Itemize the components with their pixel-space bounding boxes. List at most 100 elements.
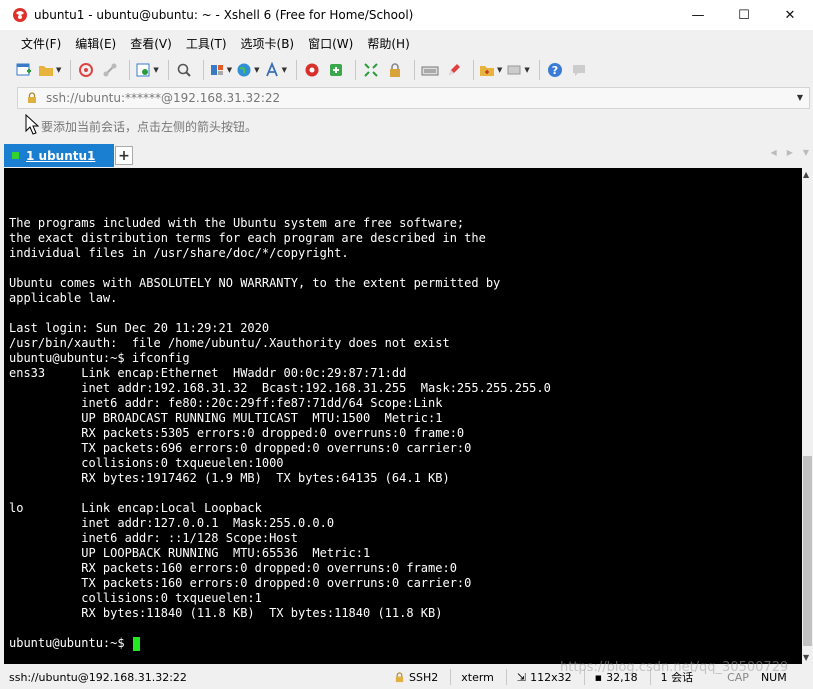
terminal-line: Ubuntu comes with ABSOLUTELY NO WARRANTY… [9,276,501,290]
chat-icon [572,65,585,76]
scrollbar-thumb[interactable] [803,456,812,646]
tab-list-icon[interactable]: ▼ [803,148,809,157]
globe-icon [237,63,251,77]
new-session-button[interactable] [14,59,34,81]
tab-navigation: ◀ ▶ ▼ [761,148,809,157]
add-tab-button[interactable]: + [115,146,133,165]
xshell-button[interactable] [302,59,322,81]
chevron-down-icon: ▼ [281,66,287,74]
help-button[interactable]: ? [545,59,565,81]
new-folder-button[interactable]: ▼ [479,59,502,81]
chevron-down-icon: ▼ [496,66,503,74]
terminal-cursor [132,636,140,651]
status-terminal-type: xterm [461,671,494,684]
terminal-line: UP BROADCAST RUNNING MULTICAST MTU:1500 … [9,411,443,425]
terminal-line: collisions:0 txqueuelen:1000 [9,456,284,470]
chevron-down-icon: ▼ [153,66,159,74]
terminal-output: The programs included with the Ubuntu sy… [9,216,551,621]
font-button[interactable]: ▼ [264,59,287,81]
menu-view[interactable]: 查看(V) [123,35,179,52]
terminal-line: TX packets:696 errors:0 dropped:0 overru… [9,441,472,455]
layout-button[interactable]: ▼ [209,59,232,81]
folder-icon [39,66,53,76]
hint-text: 要添加当前会话，点击左侧的箭头按钮。 [41,119,258,134]
terminal-line: inet addr:127.0.0.1 Mask:255.0.0.0 [9,516,335,530]
fullscreen-icon [364,63,378,77]
terminal-prompt-line: ubuntu@ubuntu:~$ [9,636,140,651]
toolbar-separator [202,60,204,80]
keyboard-button[interactable] [420,59,440,81]
watermark: https://blog.csdn.net/qq_30500729 [560,660,789,675]
terminal-line: RX packets:5305 errors:0 dropped:0 overr… [9,426,465,440]
menu-tab[interactable]: 选项卡(B) [234,35,302,52]
disconnect-icon [103,63,117,77]
reconnect-button[interactable] [76,59,96,81]
globe-button[interactable]: ▼ [236,59,260,81]
lock-icon [28,92,36,103]
transfer-button[interactable]: ▼ [506,59,530,81]
terminal-line: inet6 addr: ::1/128 Scope:Host [9,531,298,545]
terminal-line: /usr/bin/xauth: file /home/ubuntu/.Xauth… [9,336,450,350]
maximize-button[interactable]: ☐ [721,0,767,30]
svg-text:?: ? [552,64,558,77]
chevron-down-icon[interactable]: ▼ [797,93,803,102]
status-protocol: SSH2 [394,671,438,684]
title-bar: ubuntu1 - ubuntu@ubuntu: ~ - Xshell 6 (F… [0,0,813,30]
reconnect-icon [79,63,94,77]
tab-next-icon[interactable]: ▶ [787,148,793,157]
menu-edit[interactable]: 编辑(E) [68,35,123,52]
lock-icon [395,671,404,682]
disconnect-button[interactable] [100,59,120,81]
open-folder-button[interactable]: ▼ [38,59,61,81]
toolbar-separator [354,60,356,80]
menu-file[interactable]: 文件(F) [14,35,68,52]
tab-ubuntu1[interactable]: 1 ubuntu1 [4,144,114,167]
xftp-button[interactable] [326,59,346,81]
chevron-down-icon: ▼ [254,66,260,74]
scroll-down-icon[interactable]: ▼ [803,653,809,662]
minimize-button[interactable]: — [675,0,721,30]
menu-tools[interactable]: 工具(T) [179,35,234,52]
terminal-line: individual files in /usr/share/doc/*/cop… [9,246,349,260]
hint-bar: 要添加当前会话，点击左侧的箭头按钮。 [17,114,810,138]
mouse-cursor-icon [25,114,39,135]
toolbar-separator [538,60,540,80]
find-button[interactable] [174,59,194,81]
pen-icon [448,64,460,75]
window-controls: — ☐ ✕ [675,0,813,30]
highlight-button[interactable] [444,59,464,81]
tab-prev-icon[interactable]: ◀ [771,148,777,157]
xftp-icon [329,64,342,76]
terminal-line: The programs included with the Ubuntu sy… [9,216,465,230]
toolbar-separator [167,60,169,80]
terminal-line: ens33 Link encap:Ethernet HWaddr 00:0c:2… [9,366,407,380]
properties-button[interactable]: ▼ [135,59,159,81]
terminal-line: RX bytes:11840 (11.8 KB) TX bytes:11840 … [9,606,443,620]
scroll-up-icon[interactable]: ▲ [803,170,809,179]
chevron-down-icon: ▼ [226,66,233,74]
toolbar: ▼ ▼ ▼ ▼ ▼ ▼ ▼ ? [14,56,810,84]
address-bar[interactable]: ssh://ubuntu:******@192.168.31.32:22 ▼ [17,87,810,109]
chevron-down-icon: ▼ [56,66,62,74]
terminal-line: the exact distribution terms for each pr… [9,231,486,245]
status-separator [505,669,507,685]
terminal-scrollbar[interactable]: ▲ ▼ [802,168,813,664]
close-button[interactable]: ✕ [767,0,813,30]
lock-button[interactable] [385,59,405,81]
terminal-line: RX packets:160 errors:0 dropped:0 overru… [9,561,457,575]
keyboard-icon [421,66,439,76]
address-text: ssh://ubuntu:******@192.168.31.32:22 [46,91,281,105]
terminal-line: inet6 addr: fe80::20c:29ff:fe87:71dd/64 … [9,396,443,410]
toolbar-separator [413,60,415,80]
fullscreen-button[interactable] [361,59,381,81]
terminal-line: lo Link encap:Local Loopback [9,501,262,515]
menu-help[interactable]: 帮助(H) [360,35,416,52]
terminal-view[interactable]: The programs included with the Ubuntu sy… [4,168,802,664]
chat-button[interactable] [569,59,589,81]
menu-window[interactable]: 窗口(W) [301,35,360,52]
terminal-line: applicable law. [9,291,118,305]
add-folder-icon [479,66,494,76]
